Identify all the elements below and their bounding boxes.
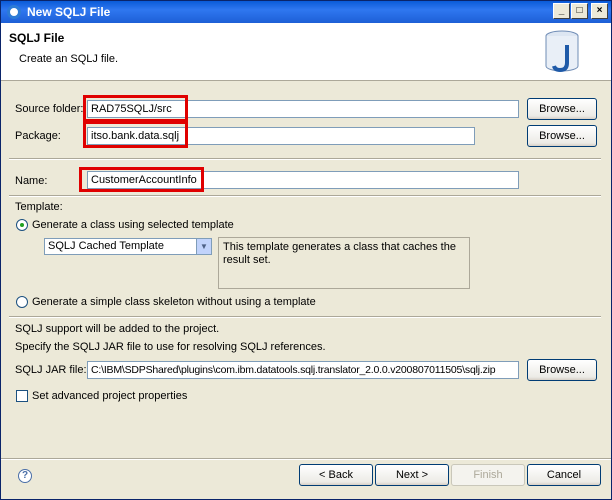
chevron-down-icon[interactable]: ▼ [196, 239, 211, 254]
advanced-properties-label[interactable]: Set advanced project properties [32, 390, 187, 402]
template-description: This template generates a class that cac… [218, 237, 470, 289]
source-folder-label: Source folder: [15, 103, 84, 115]
page-title: SQLJ File [9, 31, 65, 45]
footer-separator [1, 458, 611, 460]
cancel-button[interactable]: Cancel [527, 464, 601, 486]
back-button[interactable]: < Back [299, 464, 373, 486]
close-button[interactable]: × [591, 3, 608, 19]
maximize-button[interactable]: □ [571, 3, 588, 19]
source-folder-highlight [83, 95, 188, 122]
template-combo[interactable]: SQLJ Cached Template ▼ [44, 238, 212, 255]
window-title: New SQLJ File [27, 5, 111, 19]
sqlj-file-icon [545, 30, 579, 73]
finish-button[interactable]: Finish [451, 464, 525, 486]
package-highlight [83, 121, 188, 148]
template-label: Template: [15, 201, 63, 213]
package-browse-button[interactable]: Browse... [527, 125, 597, 147]
wizard-header: SQLJ File Create an SQLJ file. [1, 23, 611, 81]
sqlj-jar-browse-button[interactable]: Browse... [527, 359, 597, 381]
separator [9, 158, 601, 160]
separator [9, 316, 601, 318]
source-folder-browse-button[interactable]: Browse... [527, 98, 597, 120]
minimize-button[interactable]: _ [553, 3, 570, 19]
next-button[interactable]: Next > [375, 464, 449, 486]
advanced-properties-checkbox[interactable] [16, 390, 28, 402]
help-icon[interactable]: ? [18, 469, 32, 483]
simple-class-radio[interactable] [16, 296, 28, 308]
template-combo-value: SQLJ Cached Template [48, 240, 164, 252]
eclipse-icon [7, 5, 21, 19]
package-label: Package: [15, 130, 61, 142]
simple-class-option-label[interactable]: Generate a simple class skeleton without… [32, 296, 316, 308]
name-label: Name: [15, 175, 48, 187]
sqlj-jar-label: SQLJ JAR file: [15, 364, 87, 376]
sqlj-specify-note: Specify the SQLJ JAR file to use for res… [15, 341, 326, 353]
page-description: Create an SQLJ file. [19, 53, 119, 65]
sqlj-support-note: SQLJ support will be added to the projec… [15, 323, 220, 335]
name-highlight [79, 167, 204, 192]
template-radio-selected[interactable] [16, 219, 28, 231]
sqlj-jar-input[interactable]: C:\IBM\SDPShared\plugins\com.ibm.datatoo… [87, 361, 519, 379]
title-bar[interactable]: New SQLJ File _ □ × [1, 1, 611, 23]
separator [9, 195, 601, 197]
new-sqlj-file-dialog: New SQLJ File _ □ × SQLJ File Create an … [0, 0, 612, 500]
template-option-label[interactable]: Generate a class using selected template [32, 219, 234, 231]
